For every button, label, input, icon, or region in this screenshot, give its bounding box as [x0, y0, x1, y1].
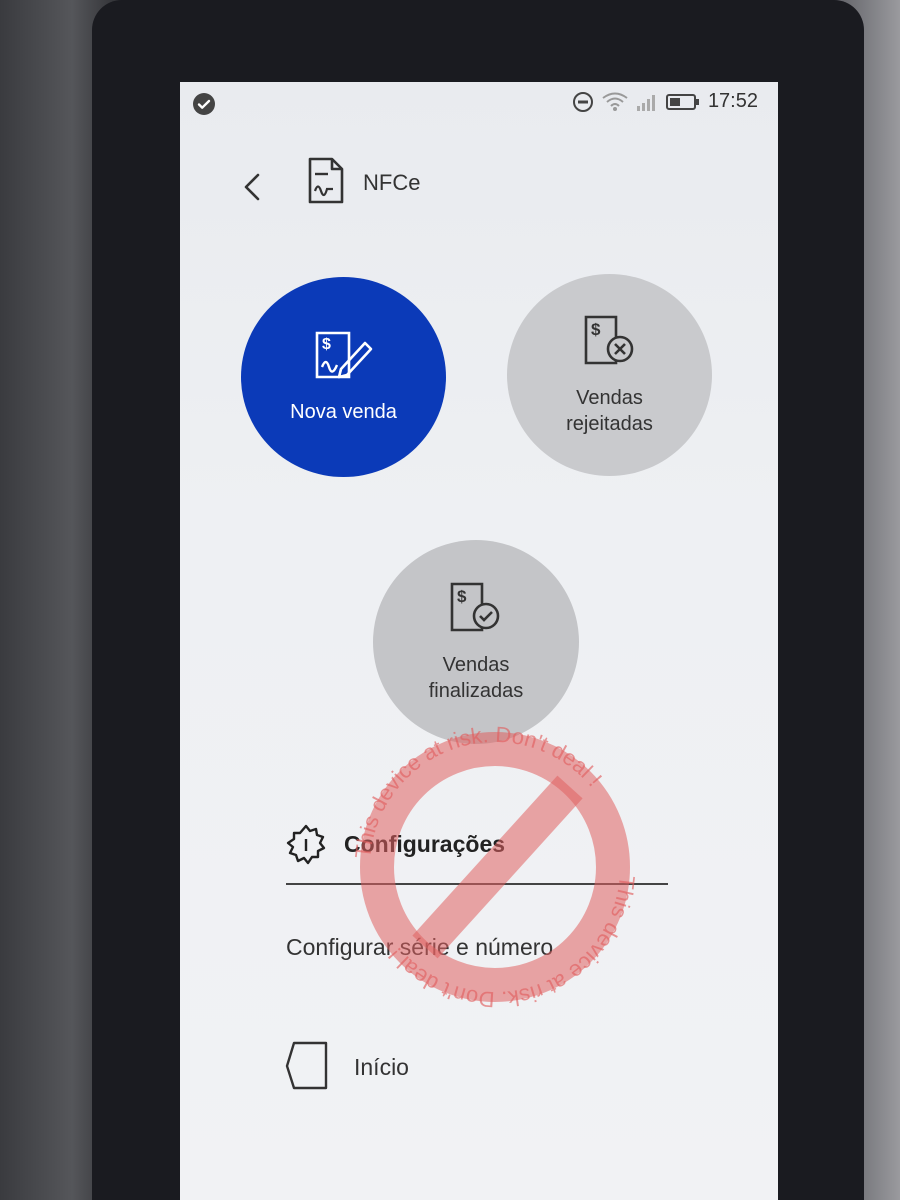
battery-icon [665, 93, 699, 110]
status-right: 17:52 [572, 90, 758, 113]
nova-venda-label: Nova venda [290, 401, 397, 423]
signal-icon [636, 94, 655, 111]
configurar-serie-numero-item[interactable]: Configurar série e número [286, 934, 553, 961]
document-cancel-icon: $ [584, 315, 633, 365]
back-button[interactable] [238, 170, 268, 210]
do-not-disturb-icon [572, 91, 593, 112]
vendas-finalizadas-label-1: Vendas [442, 654, 510, 676]
configuracoes-menu-item[interactable]: Configurações [284, 817, 668, 885]
inicio-menu-item[interactable]: Início [284, 1040, 484, 1096]
nova-venda-button[interactable]: $ Nova venda [241, 277, 446, 477]
chevron-left-icon [244, 173, 260, 201]
inicio-label: Início [354, 1054, 409, 1080]
svg-text:$: $ [457, 587, 467, 606]
vendas-finalizadas-label-2: finalizadas [428, 680, 524, 702]
wifi-icon [602, 92, 628, 111]
status-bar: 17:52 [180, 82, 778, 122]
vendas-rejeitadas-label-1: Vendas [576, 387, 643, 409]
nfce-document-icon [306, 156, 346, 211]
page-title: NFCe [363, 170, 421, 195]
configuracoes-label: Configurações [344, 831, 506, 857]
gear-icon [286, 824, 326, 865]
svg-text:$: $ [591, 320, 601, 339]
status-time: 17:52 [707, 90, 758, 112]
document-check-icon: $ [450, 582, 500, 632]
vendas-rejeitadas-label-2: rejeitadas [566, 413, 653, 435]
vendas-finalizadas-button[interactable]: $ Vendas finalizadas [373, 540, 579, 744]
divider [286, 883, 668, 885]
svg-text:$: $ [322, 336, 331, 353]
screen: 17:52 NFCe $ Nova venda $ Vendas rejeita… [180, 82, 778, 1200]
exit-tag-icon [285, 1041, 328, 1090]
check-circle-icon [193, 93, 215, 115]
status-left [192, 92, 216, 121]
sign-document-icon: $ [315, 331, 372, 379]
vendas-rejeitadas-button[interactable]: $ Vendas rejeitadas [507, 274, 712, 476]
